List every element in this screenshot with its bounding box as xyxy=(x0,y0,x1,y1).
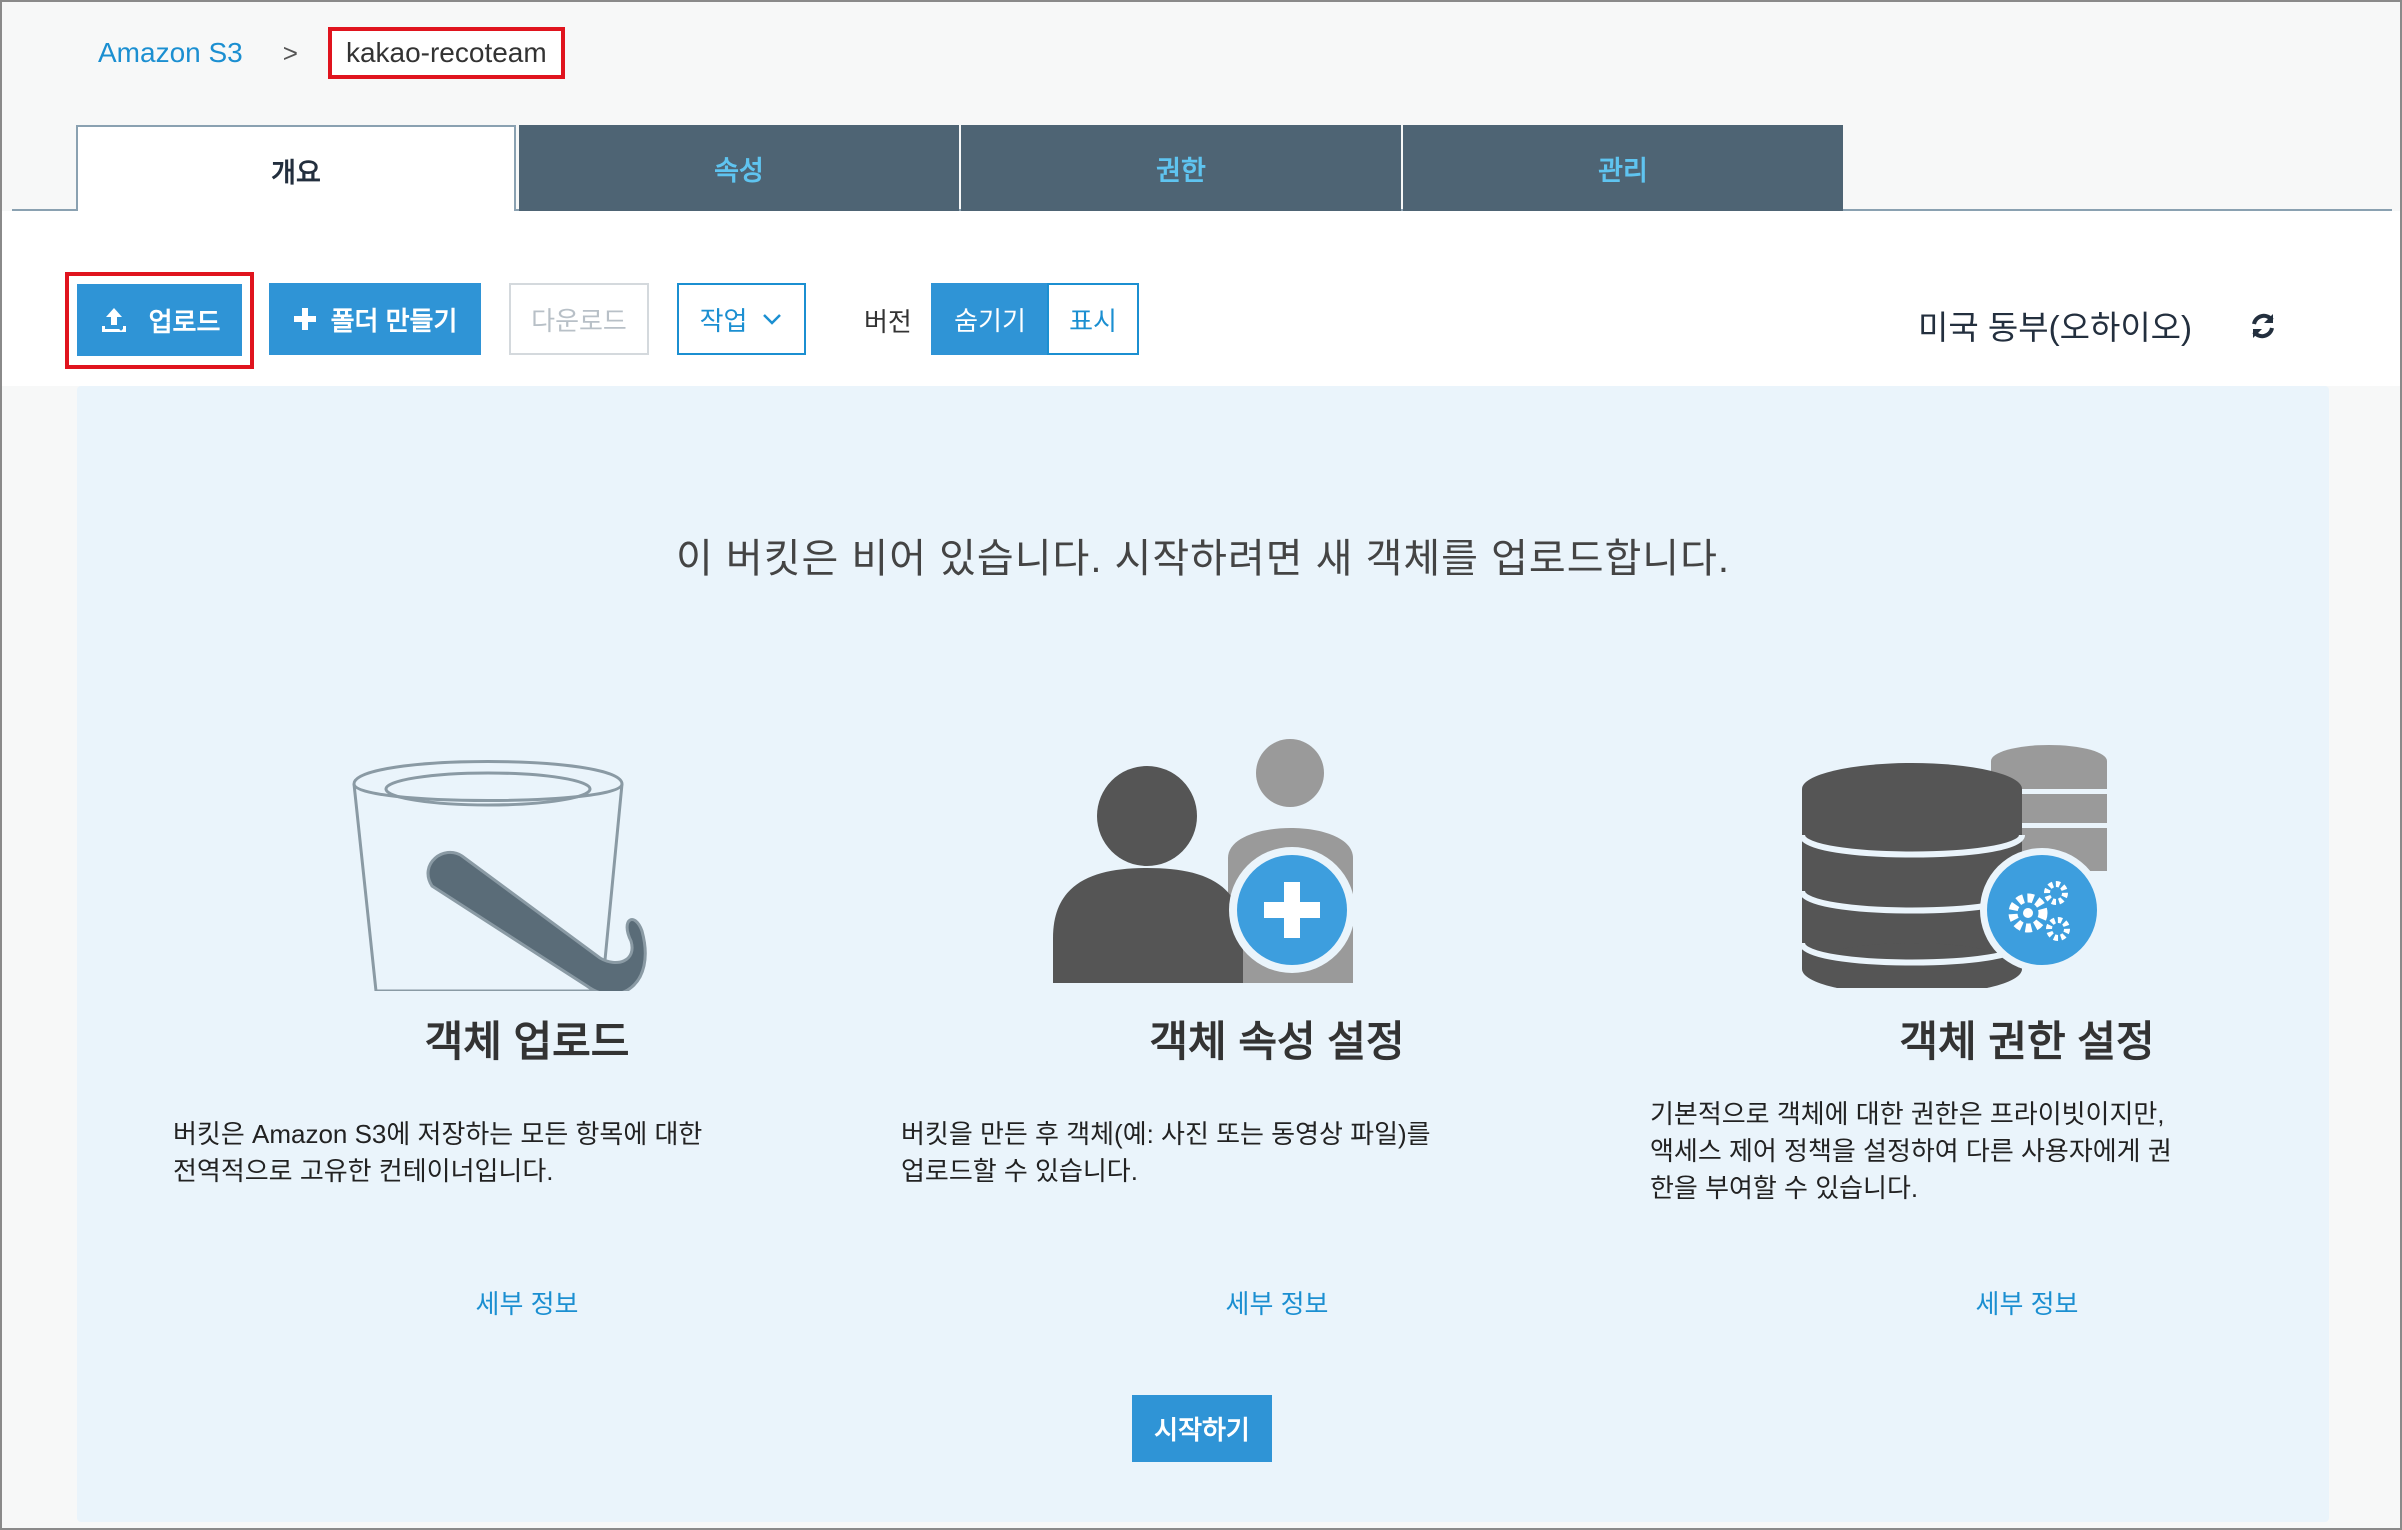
breadcrumb-bucket-name: kakao-recoteam xyxy=(327,27,565,79)
object-properties-learn-more-link[interactable]: 세부 정보 xyxy=(927,1284,1627,1321)
desc-line: 업로드할 수 있습니다. xyxy=(901,1156,1138,1186)
bucket-icon xyxy=(352,760,647,991)
desc-line: 액세스 제어 정책을 설정하여 다른 사용자에게 권 xyxy=(1650,1136,2172,1166)
upload-button-label: 업로드 xyxy=(148,306,221,337)
refresh-icon[interactable] xyxy=(2248,311,2278,341)
upload-icon xyxy=(101,308,126,332)
plus-icon xyxy=(293,308,316,330)
tab-permissions[interactable]: 권한 xyxy=(961,125,1401,211)
version-hide-label: 숨기기 xyxy=(954,305,1026,336)
object-properties-desc: 버킷을 만든 후 객체(예: 사진 또는 동영상 파일)를 업로드할 수 있습니… xyxy=(901,1116,1431,1190)
actions-dropdown[interactable]: 작업 xyxy=(677,283,806,355)
tab-overview[interactable]: 개요 xyxy=(76,125,516,213)
object-properties-title: 객체 속성 설정 xyxy=(1149,1018,1405,1065)
version-show-label: 표시 xyxy=(1069,305,1117,336)
upload-objects-title: 객체 업로드 xyxy=(424,1018,630,1065)
download-button[interactable]: 다운로드 xyxy=(509,283,649,355)
desc-line: 전역적으로 고유한 컨테이너입니다. xyxy=(173,1156,554,1186)
desc-line: 버킷을 만든 후 객체(예: 사진 또는 동영상 파일)를 xyxy=(901,1119,1431,1149)
region-label: 미국 동부(오하이오) xyxy=(1918,309,2193,346)
version-hide-button[interactable]: 숨기기 xyxy=(931,283,1049,355)
desc-line: 한을 부여할 수 있습니다. xyxy=(1650,1173,1919,1203)
version-show-button[interactable]: 표시 xyxy=(1047,283,1139,355)
database-settings-icon xyxy=(1802,745,2107,988)
create-folder-button[interactable]: 폴더 만들기 xyxy=(269,283,481,355)
s3-console-window: Amazon S3 > kakao-recoteam 개요 속성 권한 관리 업… xyxy=(0,0,2402,1530)
breadcrumb-amazon-s3-link[interactable]: Amazon S3 xyxy=(98,37,243,69)
add-users-icon xyxy=(1053,739,1353,983)
version-label: 버전 xyxy=(864,307,912,337)
empty-bucket-message: 이 버킷은 비어 있습니다. 시작하려면 새 객체를 업로드합니다. xyxy=(675,537,1731,581)
empty-bucket-panel: 이 버킷은 비어 있습니다. 시작하려면 새 객체를 업로드합니다. 객체 업로… xyxy=(77,386,2329,1522)
object-permissions-title: 객체 권한 설정 xyxy=(1899,1018,2155,1065)
actions-dropdown-label: 작업 xyxy=(699,305,748,336)
desc-line: 버킷은 Amazon S3에 저장하는 모든 항목에 대한 xyxy=(173,1119,703,1149)
download-button-label: 다운로드 xyxy=(531,305,627,336)
desc-line: 기본적으로 객체에 대한 권한은 프라이빗이지만, xyxy=(1650,1099,2165,1129)
upload-objects-desc: 버킷은 Amazon S3에 저장하는 모든 항목에 대한 전역적으로 고유한 … xyxy=(173,1116,702,1190)
tab-management[interactable]: 관리 xyxy=(1403,125,1843,211)
create-folder-button-label: 폴더 만들기 xyxy=(330,305,458,336)
breadcrumb: Amazon S3 > kakao-recoteam xyxy=(98,27,565,79)
breadcrumb-separator-icon: > xyxy=(282,37,298,68)
upload-button[interactable]: 업로드 xyxy=(77,284,242,356)
tab-properties[interactable]: 속성 xyxy=(519,125,959,211)
get-started-button[interactable]: 시작하기 xyxy=(1132,1395,1272,1462)
chevron-down-icon xyxy=(763,314,782,325)
object-permissions-desc: 기본적으로 객체에 대한 권한은 프라이빗이지만, 액세스 제어 정책을 설정하… xyxy=(1650,1096,2172,1207)
upload-objects-learn-more-link[interactable]: 세부 정보 xyxy=(177,1284,877,1321)
object-permissions-learn-more-link[interactable]: 세부 정보 xyxy=(1677,1284,2377,1321)
